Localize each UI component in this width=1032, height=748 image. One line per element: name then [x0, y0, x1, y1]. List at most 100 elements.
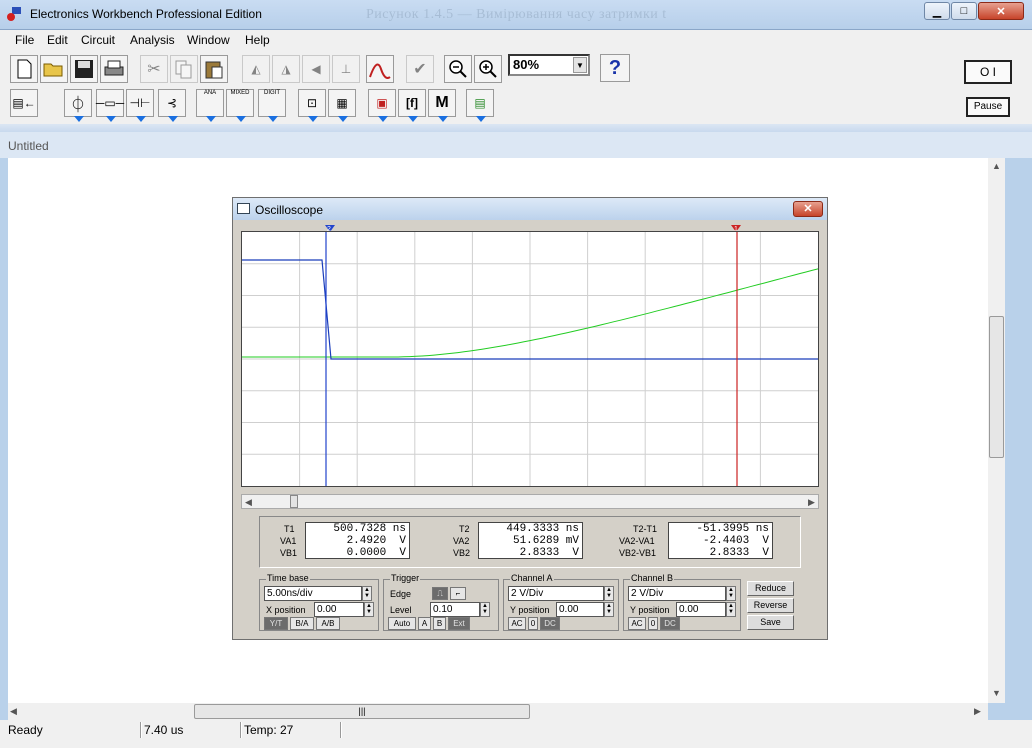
- toolbar-area: ✂ ◭ ◮ ◀ ⊥ ✔ 80% ▼ ? ▤← ⏀ ─▭─ ⊣⊢ ⊰ ANA MIX…: [0, 50, 1032, 124]
- rotate-button[interactable]: ◭: [242, 55, 270, 83]
- save-button[interactable]: [70, 55, 98, 83]
- ba-mode-button[interactable]: B/A: [290, 617, 314, 630]
- channel-a-dc-button[interactable]: DC: [540, 617, 560, 630]
- falling-edge-button[interactable]: ⌐: [450, 587, 466, 600]
- scroll-up-icon[interactable]: ▲: [992, 161, 1001, 171]
- channel-b-dc-button[interactable]: DC: [660, 617, 680, 630]
- channel-a-zero-button[interactable]: 0: [528, 617, 538, 630]
- channel-b-ac-button[interactable]: AC: [628, 617, 646, 630]
- trigger-a-button[interactable]: A: [418, 617, 431, 630]
- copy-button[interactable]: [170, 55, 198, 83]
- paste-button[interactable]: [200, 55, 228, 83]
- menu-file[interactable]: File: [15, 33, 34, 47]
- save-data-button[interactable]: Save: [747, 615, 794, 630]
- digital-bin-button[interactable]: ▦: [328, 89, 356, 122]
- favorites-bin-button[interactable]: ▤←: [10, 89, 38, 117]
- zoom-select[interactable]: 80% ▼: [508, 54, 590, 76]
- diodes-bin-button[interactable]: ⊣⊢: [126, 89, 154, 122]
- x-position-input[interactable]: 0.00: [314, 602, 364, 617]
- flip-vertical-button[interactable]: ◀: [302, 55, 330, 83]
- scroll-right-icon[interactable]: ▶: [974, 706, 981, 717]
- zoom-out-button[interactable]: [444, 55, 472, 83]
- close-icon: ✕: [803, 203, 813, 215]
- oscilloscope-time-scrollbar[interactable]: ◀ ▶: [241, 494, 819, 509]
- new-button[interactable]: [10, 55, 38, 83]
- cut-button[interactable]: ✂: [140, 55, 168, 83]
- close-button[interactable]: ✕: [978, 2, 1024, 20]
- miscellaneous-bin-button[interactable]: M: [428, 89, 456, 122]
- scroll-left-icon[interactable]: ◀: [10, 706, 17, 717]
- digital-ics-bin-button[interactable]: DIGIT: [258, 89, 286, 122]
- subcircuit-button[interactable]: ⊥: [332, 55, 360, 83]
- open-button[interactable]: [40, 55, 68, 83]
- maximize-button[interactable]: □: [951, 2, 977, 20]
- channel-b-zero-button[interactable]: 0: [648, 617, 658, 630]
- channel-b-scale-input[interactable]: 2 V/Div: [628, 586, 726, 601]
- power-switch[interactable]: O I: [964, 60, 1012, 84]
- oscilloscope-title-bar[interactable]: Oscilloscope ✕: [233, 198, 827, 220]
- channel-a-ac-button[interactable]: AC: [508, 617, 526, 630]
- pause-button[interactable]: Pause: [966, 97, 1010, 117]
- channel-a-scale-input[interactable]: 2 V/Div: [508, 586, 604, 601]
- channel-b-ypos-stepper[interactable]: ▲ ▼: [726, 602, 736, 617]
- vertical-scrollbar[interactable]: ▲ ▼: [988, 158, 1005, 703]
- channel-a-scale-stepper[interactable]: ▲ ▼: [604, 586, 614, 601]
- zoom-in-button[interactable]: [474, 55, 502, 83]
- flip-horizontal-button[interactable]: ◮: [272, 55, 300, 83]
- trigger-auto-button[interactable]: Auto: [388, 617, 416, 630]
- yt-mode-button[interactable]: Y/T: [264, 617, 288, 630]
- reduce-button[interactable]: Reduce: [747, 581, 794, 596]
- maximize-icon: □: [960, 5, 968, 17]
- scroll-left-icon[interactable]: ◀: [245, 497, 252, 508]
- oscilloscope-scroll-thumb[interactable]: [290, 495, 298, 508]
- cursor-1-readout: 500.7328 ns 2.4920 V 0.0000 V: [305, 522, 410, 559]
- horizontal-scrollbar[interactable]: ◀ ||| ▶: [8, 703, 988, 720]
- menu-help[interactable]: Help: [245, 33, 270, 47]
- open-folder-icon: [43, 63, 63, 77]
- basic-bin-button[interactable]: ─▭─: [96, 89, 124, 122]
- time-base-stepper[interactable]: ▲ ▼: [362, 586, 372, 601]
- minimize-button[interactable]: ▁: [924, 2, 950, 20]
- channel-a-ypos-input[interactable]: 0.00: [556, 602, 604, 617]
- minimize-icon: ▁: [932, 5, 942, 18]
- trigger-ext-button[interactable]: Ext: [448, 617, 470, 630]
- graph-button[interactable]: [366, 55, 394, 83]
- channel-a-ypos-stepper[interactable]: ▲ ▼: [604, 602, 614, 617]
- trigger-b-button[interactable]: B: [433, 617, 446, 630]
- logic-gates-bin-button[interactable]: ⊡: [298, 89, 326, 122]
- x-position-stepper[interactable]: ▲ ▼: [364, 602, 374, 617]
- chevron-down-icon[interactable]: ▼: [573, 57, 587, 73]
- menu-window[interactable]: Window: [187, 33, 230, 47]
- horizontal-scroll-thumb[interactable]: |||: [194, 704, 530, 719]
- oscilloscope-close-button[interactable]: ✕: [793, 201, 823, 217]
- oscilloscope-screen[interactable]: [241, 231, 819, 487]
- reverse-button[interactable]: Reverse: [747, 598, 794, 613]
- ab-mode-button[interactable]: A/B: [316, 617, 340, 630]
- transistors-bin-button[interactable]: ⊰: [158, 89, 186, 122]
- channel-b-ypos-input[interactable]: 0.00: [676, 602, 726, 617]
- scroll-down-icon[interactable]: ▼: [992, 688, 1001, 698]
- channel-a-label: Channel A: [510, 573, 554, 583]
- trigger-level-stepper[interactable]: ▲ ▼: [480, 602, 490, 617]
- instruments-bin-button[interactable]: ▤: [466, 89, 494, 122]
- help-button[interactable]: ?: [600, 54, 630, 82]
- scroll-right-icon[interactable]: ▶: [808, 497, 815, 508]
- trigger-level-input[interactable]: 0.10: [430, 602, 480, 617]
- sources-bin-button[interactable]: ⏀: [64, 89, 92, 122]
- va2-va1-value: -2.4403 V: [702, 535, 769, 547]
- component-properties-button[interactable]: ✔: [406, 55, 434, 83]
- status-separator: [240, 722, 242, 738]
- rising-edge-button[interactable]: ⎍: [432, 587, 448, 600]
- analog-ics-bin-button[interactable]: ANA: [196, 89, 224, 122]
- menu-analysis[interactable]: Analysis: [130, 33, 175, 47]
- time-base-input[interactable]: 5.00ns/div: [264, 586, 362, 601]
- menu-edit[interactable]: Edit: [47, 33, 68, 47]
- controls-bin-button[interactable]: [f]: [398, 89, 426, 122]
- menu-circuit[interactable]: Circuit: [81, 33, 115, 47]
- channel-b-scale-stepper[interactable]: ▲ ▼: [726, 586, 736, 601]
- simulation-time: 7.40 us: [144, 723, 184, 737]
- mixed-ics-bin-button[interactable]: MIXED: [226, 89, 254, 122]
- indicators-bin-button[interactable]: ▣: [368, 89, 396, 122]
- print-button[interactable]: [100, 55, 128, 83]
- vertical-scroll-thumb[interactable]: [989, 316, 1004, 458]
